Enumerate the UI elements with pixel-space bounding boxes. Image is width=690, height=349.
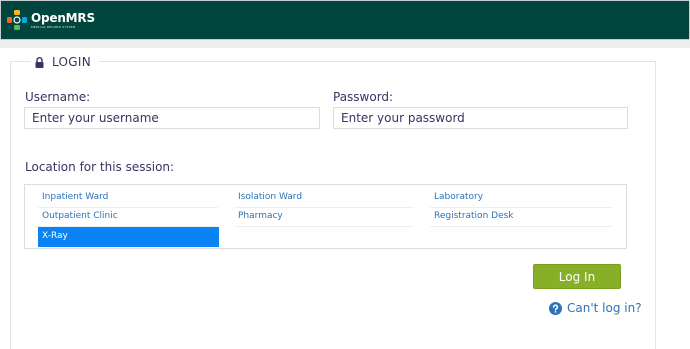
location-item-registration-desk[interactable]: Registration Desk [430, 207, 612, 227]
brand-tagline: MEDICAL RECORD SYSTEM [31, 25, 76, 29]
password-input[interactable] [333, 107, 628, 129]
password-label: Password: [333, 90, 394, 104]
location-item-inpatient-ward[interactable]: Inpatient Ward [38, 188, 218, 208]
location-item-outpatient-clinic[interactable]: Outpatient Clinic [38, 207, 218, 227]
question-circle-icon [549, 301, 562, 315]
location-label: Location for this session: [25, 160, 175, 174]
lock-icon [35, 56, 44, 68]
location-item-isolation-ward[interactable]: Isolation Ward [234, 188, 414, 208]
top-header: OpenMRS MEDICAL RECORD SYSTEM [0, 0, 690, 40]
location-item-laboratory[interactable]: Laboratory [430, 188, 612, 208]
username-input[interactable] [24, 107, 320, 129]
cant-login-text: Can't log in? [567, 301, 642, 315]
openmrs-logo[interactable]: OpenMRS MEDICAL RECORD SYSTEM [7, 9, 127, 31]
login-legend: LOGIN [31, 53, 100, 71]
session-location-list: Inpatient Ward Isolation Ward Laboratory… [24, 184, 627, 249]
location-item-pharmacy[interactable]: Pharmacy [234, 207, 414, 227]
username-label: Username: [25, 90, 91, 104]
brand-name: OpenMRS [31, 11, 95, 25]
openmrs-logo-mark-icon [7, 10, 27, 30]
location-item-x-ray[interactable]: X-Ray [38, 227, 219, 247]
cant-login-link[interactable]: Can't log in? [549, 301, 642, 315]
login-page-content: LOGIN Username: Password: Location for t… [0, 48, 690, 349]
login-legend-text: LOGIN [52, 55, 92, 69]
login-button[interactable]: Log In [533, 264, 621, 289]
